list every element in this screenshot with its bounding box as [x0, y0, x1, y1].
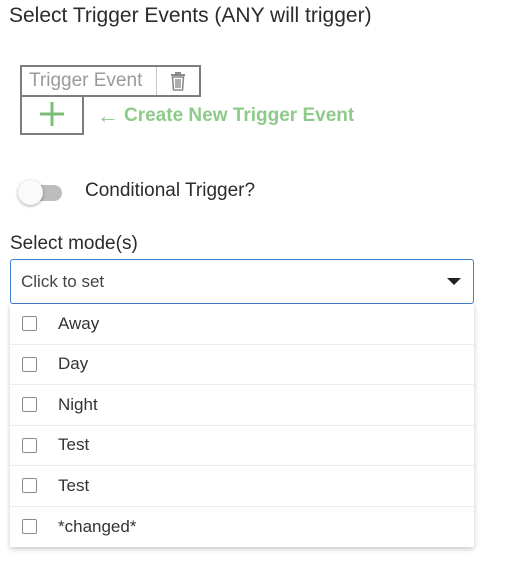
checkbox[interactable]: [22, 519, 37, 535]
mode-select-label: Select mode(s): [10, 233, 138, 254]
checkbox[interactable]: [22, 478, 37, 494]
create-trigger-hint-text: Create New Trigger Event: [124, 105, 355, 126]
mode-option-away[interactable]: Away: [10, 304, 474, 345]
mode-option-label: Test: [58, 475, 90, 495]
trash-icon: [171, 72, 185, 91]
trigger-event-item: Trigger Event: [20, 65, 201, 97]
checkbox[interactable]: [22, 356, 37, 372]
create-trigger-hint: ← Create New Trigger Event: [97, 105, 354, 127]
mode-option-day[interactable]: Day: [10, 345, 474, 385]
mode-dropdown-menu: Away Day Night Test Test *changed*: [10, 304, 474, 547]
toggle-knob: [18, 180, 43, 205]
mode-option-label: Day: [58, 354, 89, 374]
add-trigger-button[interactable]: [20, 95, 84, 135]
mode-option-label: Night: [58, 394, 98, 414]
mode-option-test-2[interactable]: Test: [10, 466, 474, 507]
mode-option-changed[interactable]: *changed*: [10, 507, 474, 548]
conditional-trigger-toggle[interactable]: [18, 180, 66, 205]
mode-select-value: Click to set: [21, 271, 105, 291]
checkbox[interactable]: [22, 316, 37, 332]
mode-option-test[interactable]: Test: [10, 426, 474, 466]
checkbox[interactable]: [22, 437, 37, 453]
arrow-left-icon: ←: [97, 103, 119, 128]
trigger-event-label[interactable]: Trigger Event: [22, 70, 156, 92]
checkbox[interactable]: [22, 397, 37, 413]
plus-icon: [40, 102, 64, 126]
delete-trigger-button[interactable]: [157, 67, 199, 95]
page-title: Select Trigger Events (ANY will trigger): [9, 4, 372, 27]
mode-option-label: Away: [58, 313, 100, 333]
mode-option-label: Test: [58, 435, 90, 455]
mode-option-label: *changed*: [58, 516, 137, 536]
chevron-down-icon: [447, 278, 461, 285]
mode-select[interactable]: Click to set: [10, 259, 474, 304]
mode-option-night[interactable]: Night: [10, 385, 474, 426]
conditional-trigger-label: Conditional Trigger?: [85, 180, 256, 201]
